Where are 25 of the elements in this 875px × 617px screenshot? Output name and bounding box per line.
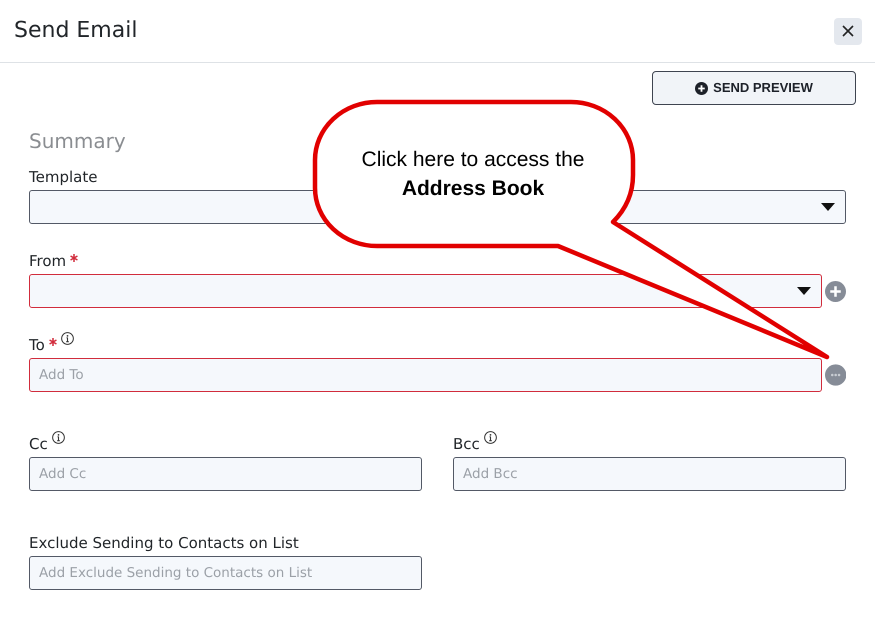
dialog-title: Send Email <box>14 18 138 44</box>
info-icon[interactable] <box>484 431 497 444</box>
field-label: Bcc <box>453 434 480 454</box>
close-icon <box>842 25 854 37</box>
info-icon[interactable] <box>60 332 74 345</box>
plus-circle-icon[interactable] <box>825 280 846 302</box>
caret-icon <box>797 287 811 295</box>
plus-circle-icon <box>695 82 708 94</box>
send-preview-button[interactable]: SEND PREVIEW <box>652 71 856 105</box>
field-label: Exclude Sending to Contacts on List <box>29 533 299 553</box>
ellipsis-icon[interactable] <box>824 364 846 386</box>
info-icon[interactable] <box>52 431 65 444</box>
input-field[interactable]: Add Exclude Sending to Contacts on List <box>29 556 422 590</box>
field-label: Template <box>29 167 98 187</box>
field-label: To <box>29 335 45 355</box>
dropdown-field[interactable] <box>29 274 822 308</box>
section-title: Summary <box>29 129 126 153</box>
callout-text: Click here to access the Address Book <box>360 147 586 202</box>
input-field[interactable]: Add Bcc <box>453 457 846 491</box>
input-field[interactable]: Add Cc <box>29 457 422 491</box>
caret-icon <box>821 203 835 211</box>
field-label: Cc <box>29 434 48 454</box>
close-button[interactable] <box>834 18 862 44</box>
field-label: From <box>29 251 66 271</box>
input-field[interactable]: Add To <box>29 358 822 392</box>
